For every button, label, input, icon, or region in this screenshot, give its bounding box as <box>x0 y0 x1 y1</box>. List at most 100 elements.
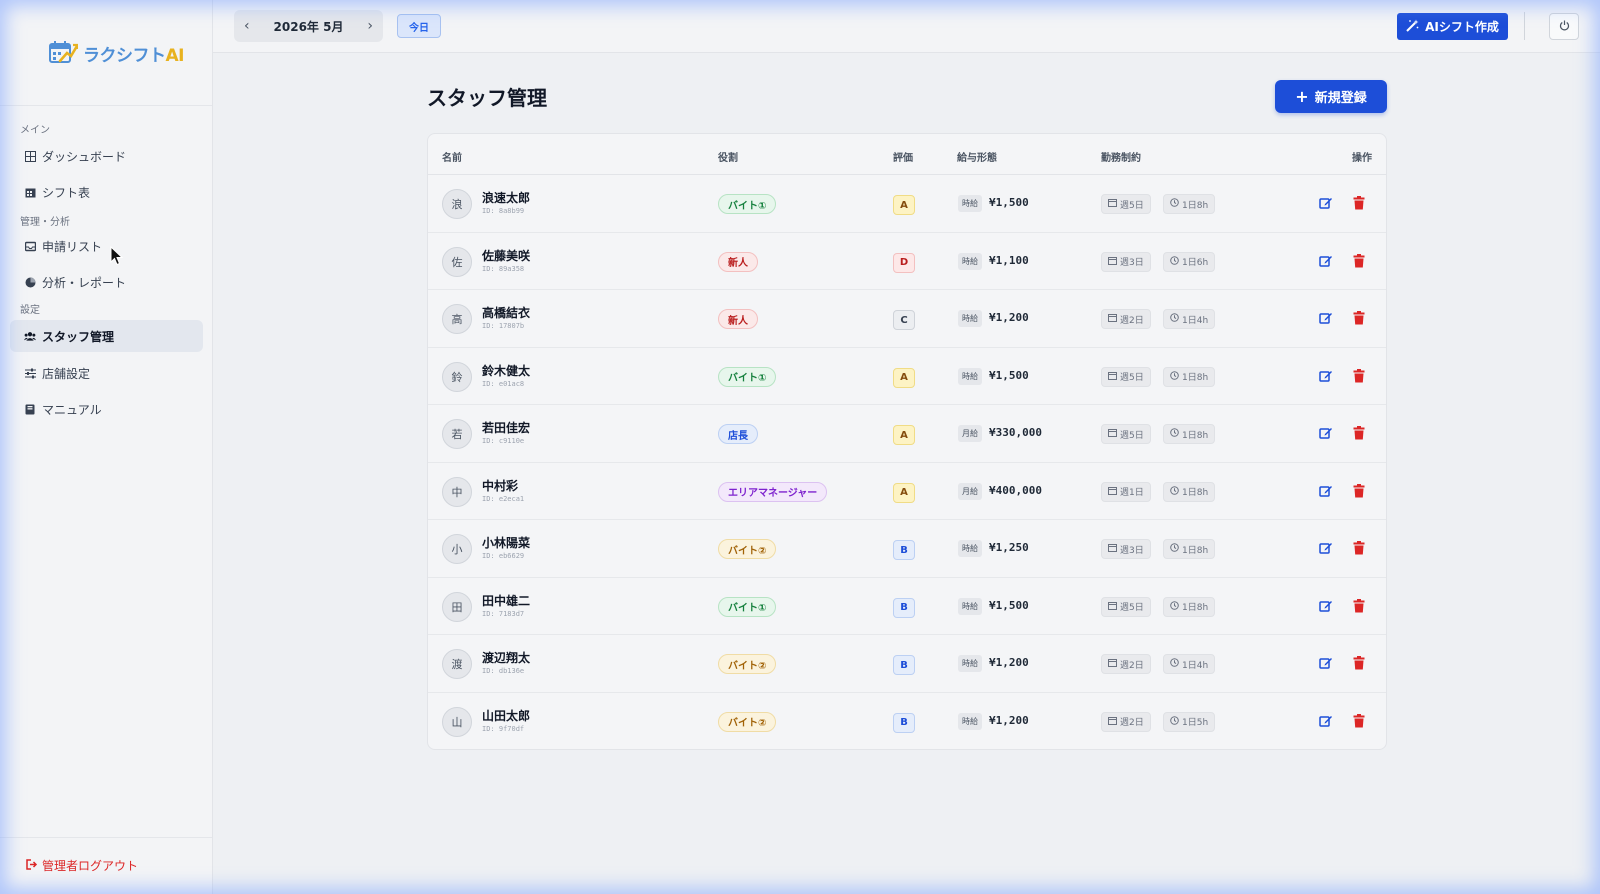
days-per-week-chip: 週2日 <box>1101 309 1151 329</box>
sidebar-item-store-settings[interactable]: 店舗設定 <box>10 357 203 389</box>
hours-per-day-chip: 1日5h <box>1163 711 1216 732</box>
sidebar-item-label: マニュアル <box>42 402 102 417</box>
sidebar-item-staff[interactable]: スタッフ管理 <box>10 320 203 352</box>
sidebar-item-shift-table[interactable]: シフト表 <box>10 176 203 208</box>
power-button[interactable] <box>1549 13 1579 40</box>
column-header-role: 役割 <box>718 153 738 164</box>
chevron-left-icon[interactable]: ‹ <box>244 18 250 34</box>
grade-badge: C <box>893 310 915 330</box>
grade-badge: A <box>893 482 915 503</box>
chevron-right-icon[interactable]: › <box>367 18 373 34</box>
logo-text: ラクシフトAI <box>83 45 184 66</box>
table-row: 中中村彩 ID: e2eca1 エリアマネージャー A 月給 ¥400,000 週1日 1日8… <box>428 463 1386 520</box>
role-badge: 新人 <box>718 309 758 329</box>
table-row: 浪浪速太郎 ID: 8a8b99 バイト① A 時給 ¥1,500 週5日 1日8h <box>428 175 1386 233</box>
edit-icon[interactable] <box>1318 368 1334 384</box>
clock-icon <box>1170 198 1179 210</box>
trash-icon[interactable] <box>1351 540 1367 556</box>
clock-icon <box>1170 255 1179 268</box>
ai-shift-create-label: AIシフト作成 <box>1425 20 1499 34</box>
edit-icon[interactable] <box>1318 540 1334 556</box>
staff-id: ID: eb6629 <box>482 552 525 560</box>
app-logo[interactable]: ラクシフトAI <box>48 40 184 66</box>
hours-per-day: 1日5h <box>1182 718 1209 728</box>
edit-icon[interactable] <box>1318 655 1334 671</box>
users-icon <box>24 330 36 342</box>
clock-icon <box>1170 313 1179 325</box>
days-per-week-chip: 週3日 <box>1101 539 1151 559</box>
new-register-button[interactable]: + 新規登録 <box>1275 80 1387 113</box>
grade-badge: B <box>893 712 915 733</box>
days-per-week-chip: 週2日 <box>1101 711 1151 732</box>
trash-icon[interactable] <box>1351 655 1367 671</box>
days-per-week: 週2日 <box>1120 660 1144 671</box>
pay-amount: ¥400,000 <box>989 483 1042 497</box>
avatar: 若 <box>442 419 472 449</box>
pay-amount: ¥1,500 <box>989 196 1029 209</box>
clock-icon <box>1170 485 1179 498</box>
clock-icon <box>1170 600 1179 613</box>
column-header-actions: 操作 <box>1352 153 1372 164</box>
edit-icon[interactable] <box>1318 713 1334 729</box>
logout-icon <box>26 858 38 873</box>
calendar-small-icon <box>1108 198 1117 210</box>
role-badge: バイト① <box>718 194 777 214</box>
trash-icon[interactable] <box>1351 598 1367 614</box>
pie-chart-icon <box>24 276 36 288</box>
staff-id: ID: 89a358 <box>482 264 525 273</box>
trash-icon[interactable] <box>1351 425 1367 441</box>
staff-id: ID: e01ac8 <box>482 379 525 388</box>
grade-badge: B <box>893 655 915 675</box>
clock-icon <box>1170 428 1179 440</box>
pay-type-badge: 月給 <box>958 425 982 442</box>
days-per-week-chip: 週5日 <box>1101 194 1151 214</box>
sidebar-item-label: 申請リスト <box>42 239 103 254</box>
staff-id: ID: 7183d7 <box>482 609 525 618</box>
edit-icon[interactable] <box>1318 425 1334 441</box>
topbar-separator <box>1524 12 1525 40</box>
edit-icon[interactable] <box>1318 483 1334 499</box>
table-row: 渡渡辺翔太 ID: db136e バイト② B 時給 ¥1,200 週2日 1日4h <box>428 635 1386 693</box>
calendar-small-icon <box>1108 428 1117 440</box>
staff-name: 高橋結衣 <box>482 306 531 320</box>
trash-icon[interactable] <box>1351 310 1367 326</box>
days-per-week-chip: 週5日 <box>1101 424 1151 444</box>
role-badge: バイト② <box>718 539 777 559</box>
trash-icon[interactable] <box>1351 253 1367 269</box>
hours-per-day-chip: 1日6h <box>1163 251 1216 272</box>
pay-type-badge: 月給 <box>958 482 982 500</box>
staff-name: 渡辺翔太 <box>482 651 531 665</box>
trash-icon[interactable] <box>1351 195 1367 211</box>
hours-per-day: 1日8h <box>1182 430 1209 441</box>
column-header-grade: 評価 <box>893 153 913 164</box>
sidebar-item-label: 店舗設定 <box>42 366 91 381</box>
trash-icon[interactable] <box>1351 368 1367 384</box>
grade-badge: B <box>893 540 915 560</box>
sidebar-item-manual[interactable]: マニュアル <box>10 393 203 425</box>
column-header-name: 名前 <box>442 153 462 164</box>
sidebar-item-analytics[interactable]: 分析・レポート <box>10 266 203 298</box>
staff-name: 浪速太郎 <box>482 191 531 205</box>
pay-amount: ¥1,200 <box>989 713 1029 727</box>
today-button[interactable]: 今日 <box>397 14 441 38</box>
logo-icon <box>48 40 79 66</box>
hours-per-day: 1日4h <box>1182 660 1209 671</box>
pay-type-badge: 時給 <box>958 367 982 385</box>
edit-icon[interactable] <box>1318 195 1334 211</box>
trash-icon[interactable] <box>1351 713 1367 729</box>
staff-name: 鈴木健太 <box>482 363 531 378</box>
edit-icon[interactable] <box>1318 253 1334 269</box>
clock-icon <box>1170 370 1179 383</box>
pay-amount: ¥1,100 <box>989 253 1029 267</box>
ai-shift-create-button[interactable]: AIシフト作成 <box>1397 13 1508 40</box>
sidebar-item-requests[interactable]: 申請リスト <box>10 230 203 262</box>
logout-button[interactable]: 管理者ログアウト <box>26 857 138 874</box>
pay-type-badge: 時給 <box>958 655 982 672</box>
days-per-week: 週3日 <box>1120 258 1144 268</box>
sidebar-item-dashboard[interactable]: ダッシュボード <box>10 140 203 172</box>
edit-icon[interactable] <box>1318 310 1334 326</box>
clock-icon <box>1170 658 1179 670</box>
edit-icon[interactable] <box>1318 598 1334 614</box>
pay-type-badge: 時給 <box>958 195 982 212</box>
trash-icon[interactable] <box>1351 483 1367 499</box>
